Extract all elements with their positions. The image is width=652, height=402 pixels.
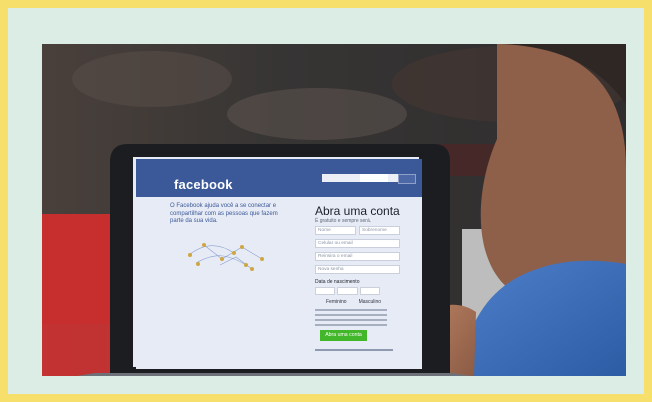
password-input[interactable] <box>322 174 406 182</box>
facebook-screen: facebook O Facebook ajuda você a se cone… <box>136 159 422 369</box>
birthdate-label: Data de nascimento <box>315 279 360 285</box>
birthdate-selectors[interactable] <box>315 287 380 295</box>
password-field[interactable]: Nova senha <box>315 265 400 274</box>
login-button[interactable] <box>398 174 416 184</box>
terms-text <box>315 309 387 329</box>
gender-female[interactable]: Feminino <box>326 299 347 305</box>
last-name-field[interactable]: Sobrenome <box>359 226 400 235</box>
footer-line <box>315 349 393 351</box>
outer-frame: facebook O Facebook ajuda você a se cone… <box>8 8 644 394</box>
confirm-email-field[interactable]: Reinsira o email <box>315 252 400 261</box>
birth-day-select[interactable] <box>315 287 336 295</box>
intro-text: O Facebook ajuda você a se conectar e co… <box>170 203 278 224</box>
signup-title: Abra uma conta <box>315 204 400 218</box>
signup-button[interactable]: Abra uma conta <box>320 330 367 341</box>
birth-year-select[interactable] <box>359 287 380 295</box>
photo: facebook O Facebook ajuda você a se cone… <box>42 44 626 376</box>
gender-options: Feminino Masculino <box>326 299 381 305</box>
facebook-logo: facebook <box>174 177 233 192</box>
network-illustration <box>188 243 264 271</box>
gender-male[interactable]: Masculino <box>359 299 382 305</box>
intro-text-block: O Facebook ajuda você a se conectar e co… <box>170 203 282 226</box>
birth-month-select[interactable] <box>337 287 358 295</box>
contact-field[interactable]: Celular ou email <box>315 239 400 248</box>
first-name-field[interactable]: Nome <box>315 226 356 235</box>
signup-subtitle: É gratuito e sempre será. <box>315 218 372 224</box>
facebook-header: facebook <box>136 159 422 197</box>
